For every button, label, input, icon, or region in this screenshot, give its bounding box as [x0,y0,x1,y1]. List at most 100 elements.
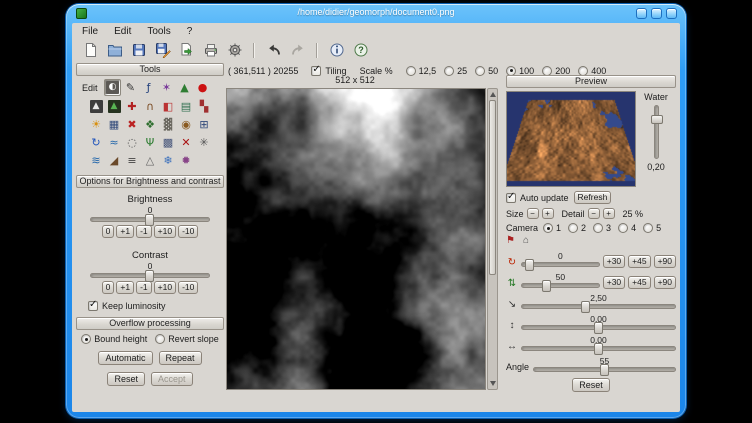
detail-increase-button[interactable]: + [603,208,615,219]
minimize-button[interactable] [636,8,647,19]
tool-icon-6[interactable]: ▤ [178,98,195,115]
flag-icon[interactable]: ⚑ [506,235,515,246]
distance-slider[interactable] [521,304,676,309]
tools-reset-button[interactable]: Reset [107,372,145,386]
record-tool[interactable]: ● [194,79,211,96]
print-icon[interactable] [200,40,221,60]
slider-thumb[interactable] [145,270,154,282]
tool-icon-22[interactable]: ≋ [88,152,105,169]
elevation-30-button[interactable]: +30 [603,276,625,289]
camera-option-5[interactable]: 5 [643,223,661,233]
menu-help[interactable]: ? [187,26,193,37]
tool-icon-19[interactable]: ▩ [160,134,177,151]
tool-icon-15[interactable]: ↻ [88,134,105,151]
slider-thumb[interactable] [651,115,663,124]
scroll-up-icon[interactable] [490,92,496,97]
tool-icon-17[interactable]: ◌ [124,134,141,151]
tool-icon-10[interactable]: ✖ [124,116,141,133]
tool-icon-2[interactable]: ▲ [106,98,123,115]
new-file-icon[interactable] [80,40,101,60]
rotation-30-button[interactable]: +30 [603,255,625,268]
overflow-option-revert-slope[interactable]: Revert slope [155,334,219,344]
tool-icon-7[interactable]: ▚ [196,98,213,115]
scrollbar-thumb[interactable] [489,100,496,275]
angle-slider[interactable] [533,367,676,372]
automatic-button[interactable]: Automatic [98,351,152,365]
undo-icon[interactable] [263,40,284,60]
brightness-contrast-tool[interactable]: ◐ [104,79,121,96]
scale-option-12-5[interactable]: 12,5 [406,66,437,76]
camera-option-3[interactable]: 3 [593,223,611,233]
brightness-1-button[interactable]: +1 [116,225,134,238]
titlebar[interactable]: /home/didier/geomorph/document0.png [66,4,686,23]
slider-thumb[interactable] [145,214,154,226]
contrast-10-button[interactable]: -10 [178,281,198,294]
menu-edit[interactable]: Edit [114,26,131,37]
maximize-button[interactable] [651,8,662,19]
mountain-tool[interactable]: ▲ [176,79,193,96]
vertical-shift-slider[interactable] [521,325,676,330]
elevation-45-button[interactable]: +45 [628,276,650,289]
tool-icon-9[interactable]: ▦ [106,116,123,133]
pencil-tool[interactable]: ✎ [122,79,139,96]
tools-accept-button[interactable]: Accept [151,372,193,386]
menu-file[interactable]: File [82,26,98,37]
scale-option-50[interactable]: 50 [475,66,498,76]
tool-icon-23[interactable]: ◢ [106,152,123,169]
water-slider[interactable] [654,105,659,159]
scale-option-100[interactable]: 100 [506,66,534,76]
tool-icon-13[interactable]: ◉ [178,116,195,133]
scale-option-25[interactable]: 25 [444,66,467,76]
auto-update-checkbox[interactable]: Auto update [506,193,569,203]
tool-icon-3[interactable]: ✚ [124,98,141,115]
brightness-1-button[interactable]: -1 [136,225,152,238]
size-decrease-button[interactable]: − [527,208,539,219]
scroll-down-icon[interactable] [490,381,496,386]
horizontal-shift-slider[interactable] [521,346,676,351]
heightmap-canvas[interactable] [226,88,486,390]
tool-icon-12[interactable]: ▓ [160,116,177,133]
brightness-10-button[interactable]: -10 [178,225,198,238]
slider-thumb[interactable] [600,364,609,376]
brightness-0-button[interactable]: 0 [102,225,115,238]
contrast-1-button[interactable]: -1 [136,281,152,294]
slider-thumb[interactable] [542,280,551,292]
tool-icon-20[interactable]: ✕ [178,134,195,151]
tiling-checkbox[interactable]: Tiling [311,66,346,76]
tool-icon-25[interactable]: △ [142,152,159,169]
menu-tools[interactable]: Tools [147,26,170,37]
help-icon[interactable]: ? [350,40,371,60]
contrast-1-button[interactable]: +1 [116,281,134,294]
save-icon[interactable] [128,40,149,60]
slider-thumb[interactable] [525,259,534,271]
function-tool[interactable]: ƒ [140,79,157,96]
contrast-slider[interactable] [90,273,210,278]
camera-option-2[interactable]: 2 [568,223,586,233]
contrast-10-button[interactable]: +10 [154,281,176,294]
size-increase-button[interactable]: + [542,208,554,219]
canvas-vertical-scrollbar[interactable] [487,88,498,390]
refresh-button[interactable]: Refresh [574,191,612,204]
preview-reset-button[interactable]: Reset [572,378,610,392]
elevation-90-button[interactable]: +90 [654,276,676,289]
rotation-45-button[interactable]: +45 [628,255,650,268]
tool-icon-14[interactable]: ⊞ [196,116,213,133]
scale-option-200[interactable]: 200 [542,66,570,76]
export-icon[interactable] [176,40,197,60]
scale-option-400[interactable]: 400 [578,66,606,76]
tool-icon-11[interactable]: ❖ [142,116,159,133]
keep-luminosity-checkbox[interactable]: Keep luminosity [88,301,224,311]
tool-icon-4[interactable]: ∩ [142,98,159,115]
magic-tool[interactable]: ✶ [158,79,175,96]
tool-icon-24[interactable]: ≡ [124,152,141,169]
tool-icon-27[interactable]: ✹ [178,152,195,169]
tool-icon-5[interactable]: ◧ [160,98,177,115]
tool-icon-16[interactable]: ≈ [106,134,123,151]
camera-option-1[interactable]: 1 [543,223,561,233]
close-button[interactable] [666,8,677,19]
slider-thumb[interactable] [594,343,603,355]
rotation-90-button[interactable]: +90 [654,255,676,268]
contrast-0-button[interactable]: 0 [102,281,115,294]
elevation-slider[interactable] [521,283,600,288]
open-file-icon[interactable] [104,40,125,60]
